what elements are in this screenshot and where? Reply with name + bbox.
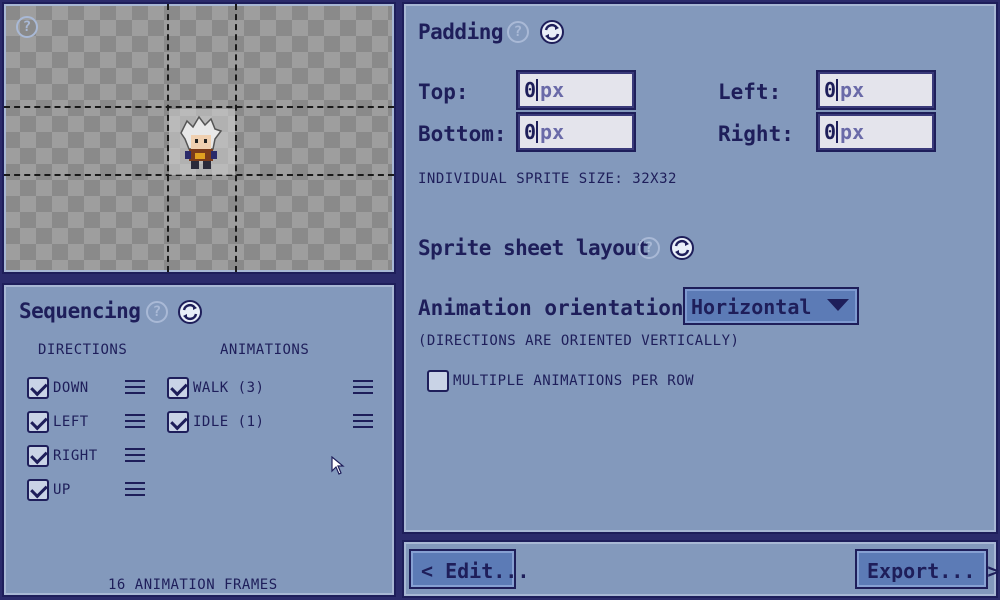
animation-checkbox-idle[interactable]	[167, 411, 189, 433]
text-cursor	[536, 79, 539, 101]
direction-checkbox-down[interactable]	[27, 377, 49, 399]
sequencing-panel: Sequencing ? DIRECTIONS ANIMATIONS DOWN …	[2, 283, 396, 597]
orientation-value: Horizontal	[691, 295, 812, 319]
text-cursor	[836, 79, 839, 101]
animation-checkbox-walk[interactable]	[167, 377, 189, 399]
drag-handle-icon[interactable]	[125, 448, 145, 464]
reset-icon[interactable]	[539, 19, 565, 45]
character-sprite	[180, 115, 223, 169]
question-icon[interactable]: ?	[507, 21, 529, 43]
export-button[interactable]: Export... >	[855, 549, 999, 589]
sprite-size-text: INDIVIDUAL SPRITE SIZE: 32X32	[418, 171, 677, 187]
mouse-cursor-icon	[331, 456, 345, 475]
bottom-padding-value: 0	[524, 120, 537, 144]
padding-title: Padding	[418, 20, 504, 44]
direction-label: LEFT	[53, 414, 89, 430]
direction-label: DOWN	[53, 380, 89, 396]
direction-checkbox-up[interactable]	[27, 479, 49, 501]
direction-label: RIGHT	[53, 448, 98, 464]
left-padding-value: 0	[824, 78, 837, 102]
unit-label: px	[540, 78, 565, 102]
unit-label: px	[840, 120, 865, 144]
multiple-animations-label: MULTIPLE ANIMATIONS PER ROW	[453, 373, 695, 389]
orientation-select[interactable]: Horizontal	[683, 287, 859, 325]
directions-header: DIRECTIONS	[38, 342, 128, 358]
top-padding-value: 0	[524, 78, 537, 102]
question-icon[interactable]: ?	[638, 237, 660, 259]
chevron-down-icon	[827, 299, 849, 311]
guide-line-vertical	[235, 4, 237, 272]
frame-count: 16 ANIMATION FRAMES	[108, 577, 278, 593]
sequencing-title: Sequencing	[19, 299, 141, 323]
bottom-padding-input[interactable]: 0 px	[516, 112, 636, 152]
right-padding-input[interactable]: 0 px	[816, 112, 936, 152]
drag-handle-icon[interactable]	[125, 414, 145, 430]
text-cursor	[536, 121, 539, 143]
text-cursor	[836, 121, 839, 143]
left-label: Left:	[718, 80, 782, 104]
drag-handle-icon[interactable]	[353, 414, 373, 430]
left-padding-input[interactable]: 0 px	[816, 70, 936, 110]
orientation-label: Animation orientation:	[418, 296, 697, 320]
question-icon[interactable]: ?	[16, 16, 38, 38]
unit-label: px	[540, 120, 565, 144]
top-padding-input[interactable]: 0 px	[516, 70, 636, 110]
reset-icon[interactable]	[177, 299, 203, 325]
reset-icon[interactable]	[669, 235, 695, 261]
animations-header: ANIMATIONS	[220, 342, 310, 358]
right-label: Right:	[718, 122, 794, 146]
top-label: Top:	[418, 80, 469, 104]
layout-title: Sprite sheet layout	[418, 236, 649, 260]
right-padding-value: 0	[824, 120, 837, 144]
direction-label: UP	[53, 482, 71, 498]
question-icon[interactable]: ?	[146, 301, 168, 323]
sprite-preview: ?	[2, 2, 396, 274]
settings-panel: Padding ? Top: 0 px Bottom: 0 px Left: 0 px…	[402, 2, 998, 534]
direction-checkbox-right[interactable]	[27, 445, 49, 467]
edit-button[interactable]: < Edit...	[409, 549, 529, 589]
sprite-cell	[169, 109, 235, 175]
drag-handle-icon[interactable]	[353, 380, 373, 396]
bottom-label: Bottom:	[418, 122, 507, 146]
unit-label: px	[840, 78, 865, 102]
guide-line-horizontal	[4, 106, 394, 108]
drag-handle-icon[interactable]	[125, 482, 145, 498]
direction-checkbox-left[interactable]	[27, 411, 49, 433]
orientation-note: (DIRECTIONS ARE ORIENTED VERTICALLY)	[418, 333, 740, 349]
animation-label: WALK (3)	[193, 380, 265, 396]
drag-handle-icon[interactable]	[125, 380, 145, 396]
multiple-animations-checkbox[interactable]	[427, 370, 449, 392]
animation-label: IDLE (1)	[193, 414, 265, 430]
